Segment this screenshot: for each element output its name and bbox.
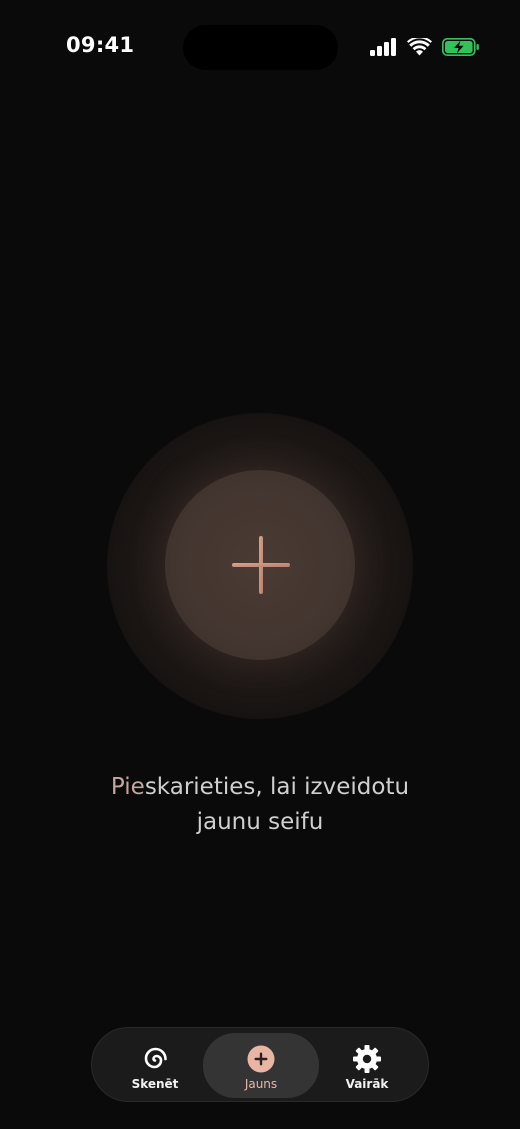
cellular-signal-icon: [370, 38, 397, 56]
tab-more[interactable]: Vairāk: [309, 1033, 425, 1098]
create-vault-prompt: Pieskarieties, lai izveidotu jaunu seifu: [0, 770, 520, 840]
status-icons: [370, 36, 480, 58]
gear-icon: [352, 1044, 382, 1074]
plus-circle-icon: [246, 1044, 276, 1074]
battery-charging-icon: [442, 38, 480, 56]
status-time: 09:41: [66, 33, 135, 57]
tab-new[interactable]: Jauns: [203, 1033, 319, 1098]
tab-scan[interactable]: Skenēt: [97, 1033, 213, 1098]
tab-bar: Skenēt Jauns Vairāk: [91, 1027, 429, 1102]
prompt-line-2: jaunu seifu: [196, 809, 324, 835]
create-vault-button[interactable]: [165, 470, 355, 660]
plus-icon: [232, 536, 290, 599]
tab-more-label: Vairāk: [345, 1077, 389, 1091]
prompt-text: skarieties, lai izveidotu: [144, 774, 410, 800]
tab-new-label: Jauns: [244, 1077, 278, 1091]
status-bar: 09:41: [0, 0, 520, 96]
prompt-line-1: Pieskarieties, lai izveidotu: [0, 770, 520, 805]
dynamic-island: [183, 25, 338, 70]
prompt-accent-text: Pie: [110, 774, 145, 800]
wifi-icon: [407, 38, 432, 56]
spiral-icon: [140, 1044, 170, 1074]
tab-scan-label: Skenēt: [131, 1077, 179, 1091]
